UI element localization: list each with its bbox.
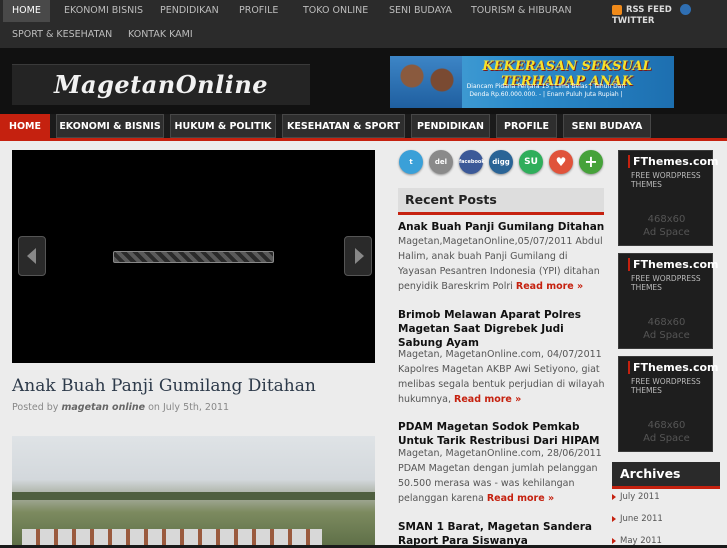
ad-space[interactable]: FThemes.com FREE WORDPRESS THEMES 468x60… xyxy=(618,253,719,349)
post-date: July 5th, 2011 xyxy=(162,402,230,413)
ad-space[interactable]: FThemes.com FREE WORDPRESS THEMES 468x60… xyxy=(618,356,719,452)
banner-photo xyxy=(390,56,462,108)
topnav-item-kontak-kami[interactable]: KONTAK KAMI xyxy=(119,24,202,46)
topnav-item-toko-online[interactable]: TOKO ONLINE xyxy=(294,0,377,22)
slider-loading-bar xyxy=(113,251,274,263)
recent-post-title[interactable]: Anak Buah Panji Gumilang Ditahan xyxy=(398,220,606,234)
favorite-share-icon[interactable]: ♥ xyxy=(549,150,573,174)
twitter-share-icon[interactable]: t xyxy=(399,150,423,174)
site-logo[interactable]: MagetanOnline xyxy=(12,64,310,105)
mainnav-item-home[interactable]: HOME xyxy=(0,114,50,138)
topnav-item-ekonomi-bisnis[interactable]: EKONOMI BISNIS xyxy=(55,0,152,22)
post-author[interactable]: magetan online xyxy=(61,402,145,413)
archives-heading: Archives xyxy=(612,462,720,489)
read-more-link[interactable]: Read more » xyxy=(454,394,521,405)
archive-link[interactable]: July 2011 xyxy=(612,492,660,502)
slider-prev-icon[interactable] xyxy=(18,236,46,276)
twitter-link[interactable]: TWITTER xyxy=(612,16,691,27)
twitter-icon xyxy=(679,4,691,15)
post-image xyxy=(12,436,375,545)
digg-share-icon[interactable]: digg xyxy=(489,150,513,174)
read-more-link[interactable]: Read more » xyxy=(487,493,554,504)
read-more-link[interactable]: Read more » xyxy=(516,281,583,292)
banner-subtext: Diancam Pidana Penjara 15 | Lima Belas |… xyxy=(466,83,626,98)
header-banner-ad[interactable]: KEKERASAN SEKSUAL TERHADAP ANAK Diancam … xyxy=(390,56,674,108)
topnav-item-tourism-hiburan[interactable]: TOURISM & HIBURAN xyxy=(462,0,581,22)
slider-next-icon[interactable] xyxy=(344,236,372,276)
rss-icon xyxy=(612,4,622,15)
recent-posts-heading: Recent Posts xyxy=(398,188,604,215)
main-navigation: HOME EKONOMI & BISNIS HUKUM & POLITIK KE… xyxy=(0,114,727,141)
recent-post-title[interactable]: PDAM Magetan Sodok Pemkab Untuk Tarik Re… xyxy=(398,420,606,448)
recent-post-excerpt: Magetan,MagetanOnline,05/07/2011 Abdul H… xyxy=(398,236,603,292)
mainnav-item-kesehatan-sport[interactable]: KESEHATAN & SPORT xyxy=(282,114,405,138)
ad-space[interactable]: FThemes.com FREE WORDPRESS THEMES 468x60… xyxy=(618,150,719,246)
delicious-share-icon[interactable]: del xyxy=(429,150,453,174)
rss-link[interactable]: RSS FEED xyxy=(612,4,691,16)
mainnav-item-ekonomi-bisnis[interactable]: EKONOMI & BISNIS xyxy=(56,114,164,138)
mainnav-item-seni-budaya[interactable]: SENI BUDAYA xyxy=(563,114,651,138)
mainnav-item-pendidikan[interactable]: PENDIDIKAN xyxy=(411,114,490,138)
recent-post-excerpt: Magetan, MagetanOnline.com, 28/06/2011 P… xyxy=(398,448,602,504)
post-title[interactable]: Anak Buah Panji Gumilang Ditahan xyxy=(12,376,316,396)
topnav-item-pendidikan[interactable]: PENDIDIKAN xyxy=(151,0,228,22)
post-meta: Posted by magetan online on July 5th, 20… xyxy=(12,402,230,413)
facebook-share-icon[interactable]: facebook xyxy=(459,150,485,174)
archive-link[interactable]: June 2011 xyxy=(612,514,663,524)
topnav-item-home[interactable]: HOME xyxy=(3,0,50,22)
stumbleupon-share-icon[interactable]: SU xyxy=(519,150,543,174)
recent-post-excerpt: Magetan, MagetanOnline.com, 04/07/2011 K… xyxy=(398,349,605,405)
mainnav-item-hukum-politik[interactable]: HUKUM & POLITIK xyxy=(170,114,276,138)
topnav-item-profile[interactable]: PROFILE xyxy=(230,0,287,22)
topnav-item-seni-budaya[interactable]: SENI BUDAYA xyxy=(380,0,461,22)
recent-post-title[interactable]: Brimob Melawan Aparat Polres Magetan Saa… xyxy=(398,308,606,350)
topnav-item-sport-kesehatan[interactable]: SPORT & KESEHATAN xyxy=(3,24,121,46)
recent-post-title[interactable]: SMAN 1 Barat, Magetan Sandera Raport Par… xyxy=(398,520,606,548)
feed-links: RSS FEED TWITTER xyxy=(612,4,691,27)
add-share-icon[interactable]: + xyxy=(579,150,603,174)
mainnav-item-profile[interactable]: PROFILE xyxy=(496,114,557,138)
